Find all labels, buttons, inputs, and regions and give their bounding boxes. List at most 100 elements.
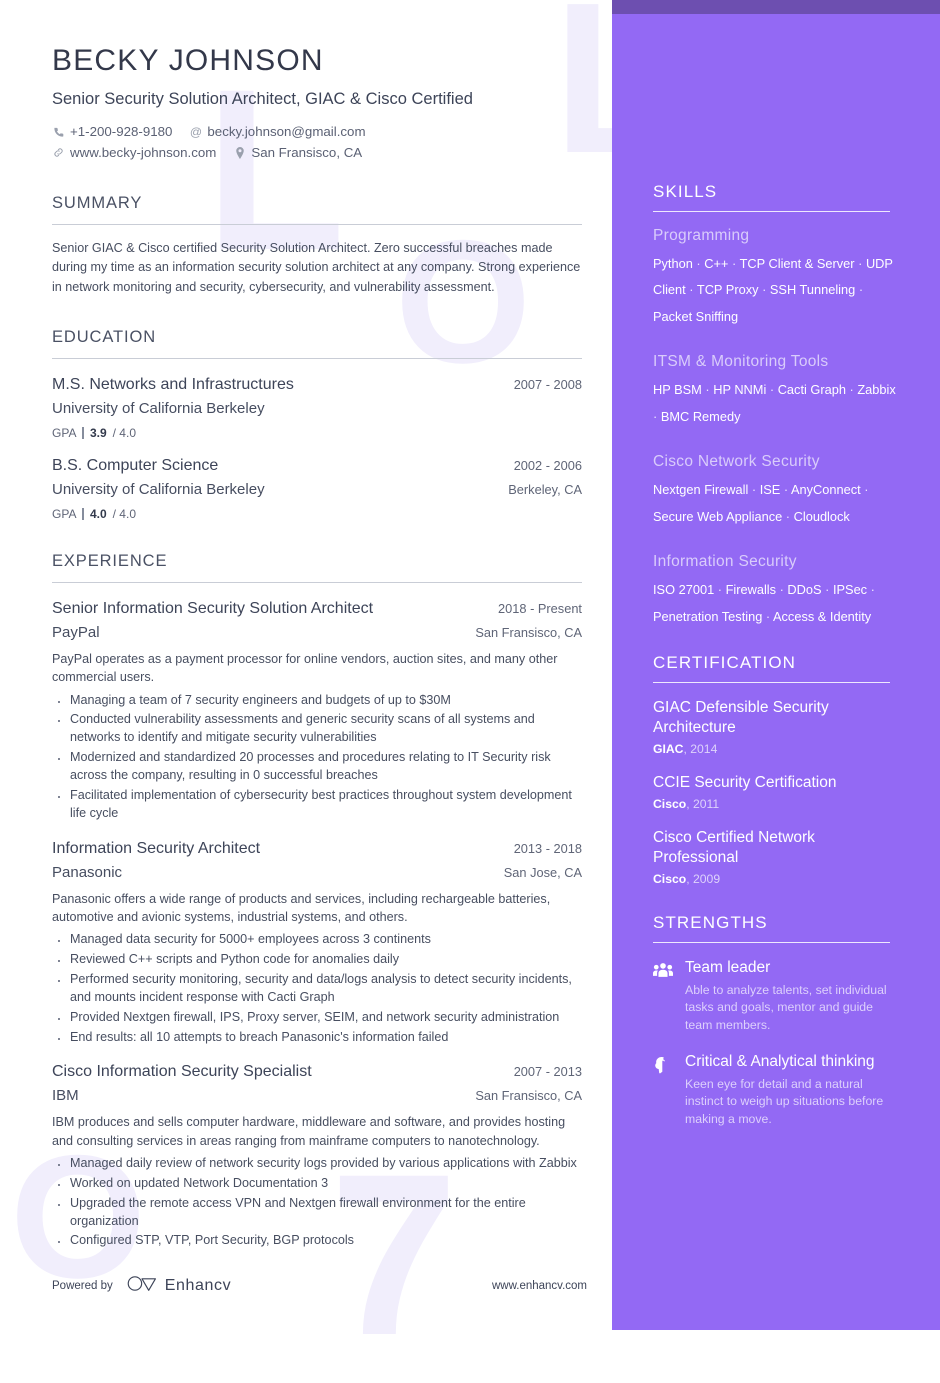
skill-separator: · [728,256,740,271]
skill-item: ISE [759,482,781,498]
strength-item: Critical & Analytical thinking Keen eye f… [653,1052,898,1128]
skill-separator: · [780,482,791,498]
experience-description: PayPal operates as a payment processor f… [52,652,558,685]
certification-year: 2009 [692,872,721,887]
skills-divider [653,211,890,212]
contact-email[interactable]: @ becky.johnson@gmail.com [189,122,366,143]
skill-separator: · [766,382,778,398]
contact-row-1: +1-200-928-9180 @ becky.johnson@gmail.co… [52,122,582,143]
footer-url[interactable]: www.enhancv.com [492,1280,587,1292]
skill-group-name: ITSM & Monitoring Tools [653,353,829,371]
experience-bullets: Managed data security for 5000+ employee… [52,928,582,1051]
link-icon [52,147,65,158]
skill-separator: · [845,382,858,398]
skill-item: Zabbix [857,382,896,398]
skill-group-name: Programming [653,227,750,244]
experience-company: PayPal [52,624,100,642]
gpa-value: 3.9 [89,426,107,441]
experience-entry: Senior Information Security Solution Arc… [52,600,582,823]
skill-separator: · [860,482,869,498]
skill-item: HP BSM [653,382,702,398]
certification-name: Cisco Certified Network Professional [653,829,815,866]
resume-page: L L O O 7 SKILLS ProgrammingPython · C++… [0,0,940,1370]
experience-date: 2018 - Present [498,601,582,617]
experience-location: San Fransisco, CA [475,625,582,641]
phone-icon [52,127,65,138]
strengths-divider [653,942,890,944]
experience-job-title: Information Security Architect [52,839,261,857]
skill-separator: · [653,408,661,424]
experience-bullet: Modernized and standardized 20 processes… [52,746,582,785]
footer-branding: Powered by Enhancv [52,1275,231,1297]
brand-name: Enhancv [164,1277,232,1294]
skill-item: SSH Tunneling [769,282,856,298]
skill-item: IPSec [832,582,868,598]
certification-item: Cisco Certified Network Professional Cisc… [653,828,898,886]
certification-year-sep: , [686,797,693,812]
skill-separator: · [758,282,770,298]
experience-bullet: End results: all 10 attempts to breach P… [52,1026,582,1051]
experience-bullet: Configured STP, VTP, Port Security, BGP … [52,1229,582,1254]
education-entry-head: M.S. Networks and Infrastructures 2007 - … [52,376,582,394]
contact-details: +1-200-928-9180 @ becky.johnson@gmail.co… [52,122,582,163]
skill-separator: · [776,582,788,598]
experience-entry-head: Senior Information Security Solution Arc… [52,600,582,618]
skill-item: Access & Identity [773,608,872,624]
infinity-logo-icon [127,1275,157,1297]
skill-separator: · [782,508,794,524]
education-gpa: GPA 3.9 / 4.0 [52,426,582,440]
experience-entry-sub: Panasonic San Jose, CA [52,864,582,881]
contact-website[interactable]: www.becky-johnson.com [52,143,216,164]
experience-job-title: Cisco Information Security Specialist [52,1063,312,1081]
experience-location: San Jose, CA [503,864,582,880]
experience-location: San Fransisco, CA [475,1088,582,1104]
education-entry: B.S. Computer Science 2002 - 2006 Universi… [52,457,582,521]
strength-title: Team leader [685,959,771,977]
certification-issuer: GIAC [653,742,684,757]
experience-bullets: Managing a team of 7 security engineers … [52,689,582,823]
gpa-scale: / 4.0 [112,426,136,441]
skill-items: Python · C++ · TCP Client & Server · UDP… [653,251,898,330]
certification-section: CERTIFICATION GIAC Defensible Security A… [653,653,898,886]
certification-issuer: Cisco [653,872,687,887]
skill-item: Python [653,256,693,271]
skill-item: Nextgen Firewall [653,482,749,498]
strength-item: Team leader Able to analyze talents, set … [653,958,898,1034]
experience-bullet: Worked on updated Network Documentation … [52,1172,582,1197]
education-section-title: EDUCATION [52,328,157,347]
skill-group-name: Cisco Network Security [653,453,820,471]
skill-group: Information Security ISO 27001 · Firewall… [653,553,898,630]
skill-item: DDoS [787,582,822,598]
experience-section: EXPERIENCE Senior Information Security S… [52,552,582,1255]
certification-meta: Cisco, 2009 [653,872,898,886]
skill-separator: · [701,382,714,398]
strengths-list: Team leader Able to analyze talents, set … [653,958,898,1128]
education-entry: M.S. Networks and Infrastructures 2007 - … [52,376,582,440]
experience-section-title: EXPERIENCE [52,552,168,571]
skill-items: Nextgen Firewall · ISE · AnyConnect · Se… [653,477,898,530]
skill-separator: · [867,582,875,598]
skill-separator: · [685,282,697,298]
powered-by-label: Powered by [52,1280,113,1292]
education-degree: M.S. Networks and Infrastructures [52,376,294,394]
experience-bullet: Managed daily review of network security… [52,1152,582,1177]
users-group-icon [653,958,675,1034]
experience-entry-sub: IBM San Fransisco, CA [52,1087,582,1104]
skill-items: HP BSM · HP NNMi · Cacti Graph · Zabbix … [653,377,898,430]
experience-entry-head: Information Security Architect 2013 - 201… [52,840,582,858]
experience-bullets: Managed daily review of network security… [52,1152,582,1255]
strengths-section-title: STRENGTHS [653,913,768,933]
contact-phone[interactable]: +1-200-928-9180 [52,122,172,143]
experience-entry-head: Cisco Information Security Specialist 200… [52,1063,582,1081]
experience-list: Senior Information Security Solution Arc… [52,600,582,1255]
skill-group: Cisco Network Security Nextgen Firewall ·… [653,453,898,530]
contact-email-text: becky.johnson@gmail.com [207,124,366,139]
experience-bullet: Reviewed C++ scripts and Python code for… [52,948,582,973]
skill-item: AnyConnect [791,482,861,498]
experience-entry: Cisco Information Security Specialist 200… [52,1063,582,1255]
at-sign-icon: @ [189,125,202,139]
certification-year: 2011 [692,797,720,812]
skill-item: TCP Client & Server [739,256,855,271]
gpa-divider [82,427,84,440]
skill-item: Penetration Testing [653,608,763,624]
